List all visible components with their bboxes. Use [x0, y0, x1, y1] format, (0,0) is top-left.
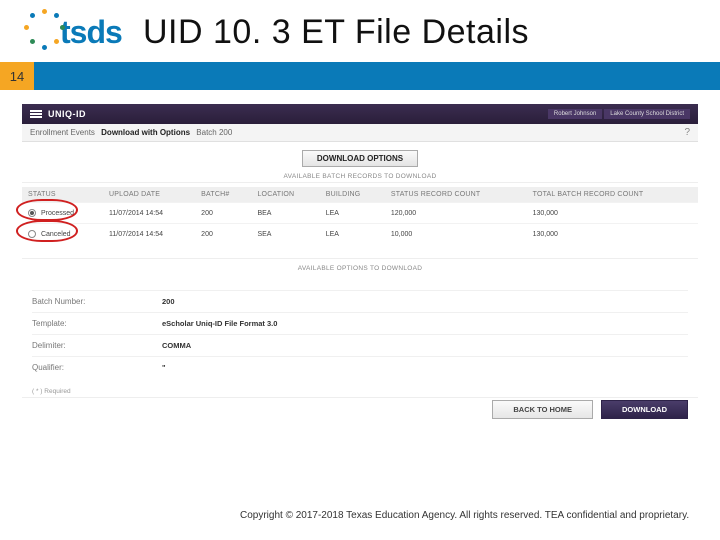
crumb-page: Download with Options: [101, 128, 190, 137]
back-to-home-button[interactable]: BACK TO HOME: [492, 400, 593, 419]
status-value: Canceled: [41, 231, 71, 238]
required-note: ( * ) Required: [32, 388, 698, 395]
cell-location: SEA: [251, 224, 319, 245]
breadcrumb: Enrollment Events Download with Options …: [22, 124, 698, 142]
table-row: Processed 11/07/2014 14:54 200 BEA LEA 1…: [22, 203, 698, 224]
status-value: Processed: [41, 210, 74, 217]
user-org: Lake County School District: [604, 109, 690, 119]
col-batch: BATCH#: [195, 187, 251, 203]
available-options-label: AVAILABLE OPTIONS TO DOWNLOAD: [22, 265, 698, 272]
crumb-batch: Batch 200: [196, 128, 232, 137]
cell-status-count: 120,000: [385, 203, 527, 224]
col-status-count: STATUS RECORD COUNT: [385, 187, 527, 203]
app-topbar: UNIQ-ID Robert Johnson Lake County Schoo…: [22, 104, 698, 124]
template-value: eScholar Uniq-ID File Format 3.0: [162, 319, 277, 328]
copyright-text: Copyright © 2017-2018 Texas Education Ag…: [240, 509, 690, 522]
tsds-logo: tsds: [16, 6, 131, 58]
records-table: STATUS UPLOAD DATE BATCH# LOCATION BUILD…: [22, 187, 698, 244]
slide-header: tsds UID 10. 3 ET File Details: [0, 0, 720, 60]
download-options-button[interactable]: DOWNLOAD OPTIONS: [302, 150, 418, 167]
crumb-section: Enrollment Events: [30, 128, 95, 137]
template-label: Template:: [32, 319, 162, 328]
cell-upload-date: 11/07/2014 14:54: [103, 224, 195, 245]
help-icon[interactable]: ?: [684, 127, 690, 138]
available-records-label: AVAILABLE BATCH RECORDS TO DOWNLOAD: [22, 173, 698, 180]
cell-status-count: 10,000: [385, 224, 527, 245]
col-building: BUILDING: [320, 187, 385, 203]
page-number: 14: [0, 62, 34, 90]
status-radio[interactable]: [28, 230, 36, 238]
batch-number-label: Batch Number:: [32, 297, 162, 306]
delimiter-value: COMMA: [162, 341, 191, 350]
cell-total-count: 130,000: [527, 224, 698, 245]
batch-number-value: 200: [162, 297, 175, 306]
download-details: Batch Number: 200 Template: eScholar Uni…: [32, 290, 688, 378]
qualifier-value: ": [162, 363, 166, 372]
menu-icon[interactable]: [30, 109, 42, 120]
cell-upload-date: 11/07/2014 14:54: [103, 203, 195, 224]
cell-building: LEA: [320, 203, 385, 224]
app-screenshot: UNIQ-ID Robert Johnson Lake County Schoo…: [22, 104, 698, 419]
cell-total-count: 130,000: [527, 203, 698, 224]
delimiter-label: Delimiter:: [32, 341, 162, 350]
app-name: UNIQ-ID: [48, 109, 86, 119]
table-row: Canceled 11/07/2014 14:54 200 SEA LEA 10…: [22, 224, 698, 245]
col-total-count: TOTAL BATCH RECORD COUNT: [527, 187, 698, 203]
download-button[interactable]: DOWNLOAD: [601, 400, 688, 419]
cell-building: LEA: [320, 224, 385, 245]
cell-batch: 200: [195, 203, 251, 224]
user-name: Robert Johnson: [548, 109, 602, 119]
col-location: LOCATION: [251, 187, 319, 203]
cell-location: BEA: [251, 203, 319, 224]
col-status: STATUS: [22, 187, 103, 203]
user-info: Robert Johnson Lake County School Distri…: [548, 109, 690, 119]
slide-title: UID 10. 3 ET File Details: [143, 13, 529, 52]
accent-bar: 14: [0, 62, 720, 90]
status-radio[interactable]: [28, 209, 36, 217]
cell-batch: 200: [195, 224, 251, 245]
col-upload-date: UPLOAD DATE: [103, 187, 195, 203]
qualifier-label: Qualifier:: [32, 363, 162, 372]
